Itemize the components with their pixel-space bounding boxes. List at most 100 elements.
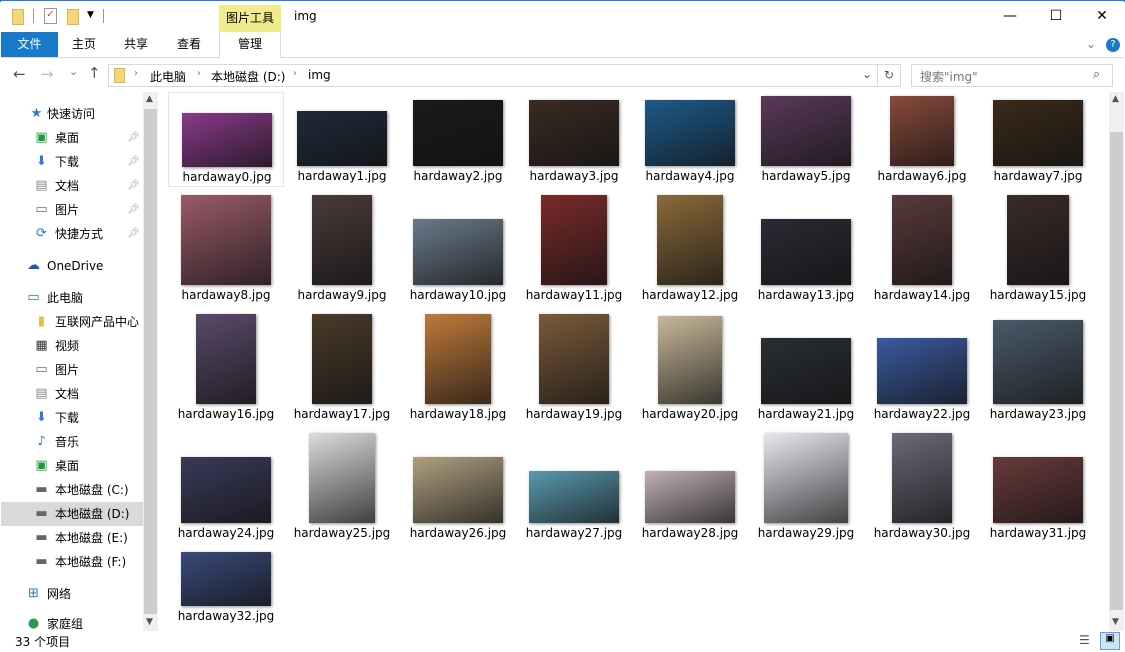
tab-view[interactable]: 查看 [168, 32, 210, 57]
file-item[interactable]: hardaway10.jpg [400, 211, 516, 306]
chevron-right-icon[interactable]: › [293, 68, 297, 79]
sidebar-item-pc-1[interactable]: ▦ 视频 [1, 334, 143, 358]
sidebar-item-onedrive[interactable]: ☁ OneDrive [1, 254, 143, 278]
file-item[interactable]: hardaway20.jpg [632, 316, 748, 425]
sidebar-item-qa-3[interactable]: ▭ 图片 📌︎ [1, 198, 143, 222]
file-item[interactable]: hardaway29.jpg [748, 433, 864, 544]
properties-icon[interactable]: ✓ [44, 8, 57, 24]
customize-quick-access-icon[interactable]: ▼ [87, 10, 94, 20]
scrollbar-thumb[interactable] [1110, 132, 1123, 610]
file-item[interactable]: hardaway25.jpg [284, 433, 400, 544]
sidebar-item-pc-10[interactable]: ▬ 本地磁盘 (F:) [1, 550, 143, 574]
file-item[interactable]: hardaway26.jpg [400, 449, 516, 544]
scroll-up-icon[interactable]: ▲ [146, 94, 153, 104]
sidebar-item-qa-4[interactable]: ⟳ 快捷方式 📌︎ [1, 222, 143, 246]
sidebar-item-qa-0[interactable]: ▣ 桌面 📌︎ [1, 126, 143, 150]
file-item[interactable]: hardaway5.jpg [748, 92, 864, 187]
sidebar-item-qa-2[interactable]: ▤ 文档 📌︎ [1, 174, 143, 198]
sidebar-item-pc-5[interactable]: ♪ 音乐 [1, 430, 143, 454]
breadcrumb-this-pc[interactable]: 此电脑 [150, 68, 186, 85]
pin-icon[interactable]: 📌︎ [127, 126, 140, 150]
sidebar-item-network[interactable]: ⊞ 网络 [1, 582, 143, 606]
sidebar-item-homegroup[interactable]: ● 家庭组 [1, 612, 143, 632]
file-item[interactable]: hardaway9.jpg [284, 195, 400, 306]
scroll-up-icon[interactable]: ▲ [1112, 94, 1119, 104]
file-item[interactable]: hardaway14.jpg [864, 195, 980, 306]
file-item[interactable]: hardaway11.jpg [516, 195, 632, 306]
file-name: hardaway6.jpg [877, 169, 967, 183]
file-item[interactable]: hardaway30.jpg [864, 433, 980, 544]
file-item[interactable]: hardaway21.jpg [748, 330, 864, 425]
sidebar-item-pc-8[interactable]: ▬ 本地磁盘 (D:) [1, 502, 143, 526]
scroll-down-icon[interactable]: ▼ [1112, 617, 1119, 627]
tab-file[interactable]: 文件 [1, 32, 58, 57]
breadcrumb-drive-d[interactable]: 本地磁盘 (D:) [211, 68, 285, 85]
file-item[interactable]: hardaway18.jpg [400, 314, 516, 425]
file-item[interactable]: hardaway8.jpg [168, 195, 284, 306]
sidebar-item-qa-1[interactable]: ⬇ 下载 📌︎ [1, 150, 143, 174]
breadcrumb-img[interactable]: img [308, 68, 331, 82]
chevron-right-icon[interactable]: › [197, 68, 201, 79]
search-input[interactable]: 搜索"img" [911, 64, 1113, 87]
scroll-down-icon[interactable]: ▼ [146, 617, 153, 627]
up-button[interactable]: ↑ [88, 64, 101, 82]
help-icon[interactable]: ? [1106, 38, 1120, 52]
address-dropdown-icon[interactable]: ⌄ [862, 67, 872, 81]
back-button[interactable]: ← [13, 65, 26, 83]
file-item[interactable]: hardaway0.jpg [168, 92, 284, 187]
pin-icon[interactable]: 📌︎ [127, 150, 140, 174]
search-icon[interactable]: ⌕ [1093, 67, 1100, 82]
file-item[interactable]: hardaway1.jpg [284, 92, 400, 187]
tab-manage[interactable]: 管理 [219, 32, 281, 58]
file-item[interactable]: hardaway28.jpg [632, 449, 748, 544]
file-item[interactable]: hardaway13.jpg [748, 211, 864, 306]
file-item[interactable]: hardaway12.jpg [632, 195, 748, 306]
new-folder-icon[interactable] [67, 9, 79, 25]
file-item[interactable]: hardaway7.jpg [980, 92, 1096, 187]
tab-home[interactable]: 主页 [63, 32, 105, 57]
file-item[interactable]: hardaway24.jpg [168, 449, 284, 544]
close-button[interactable]: ✕ [1079, 1, 1125, 32]
file-item[interactable]: hardaway19.jpg [516, 314, 632, 425]
pin-icon[interactable]: 📌︎ [127, 222, 140, 246]
file-item[interactable]: hardaway6.jpg [864, 92, 980, 187]
large-icons-view-button[interactable]: ▣ [1100, 632, 1120, 650]
file-item[interactable]: hardaway4.jpg [632, 92, 748, 187]
recent-locations-button[interactable]: ⌄ [69, 65, 78, 78]
pin-icon[interactable]: 📌︎ [127, 174, 140, 198]
refresh-button[interactable]: ↻ [877, 64, 901, 87]
sidebar-item-quick-access[interactable]: ★ 快速访问 [1, 102, 143, 126]
sidebar-item-pc-2[interactable]: ▭ 图片 [1, 358, 143, 382]
file-item[interactable]: hardaway27.jpg [516, 449, 632, 544]
file-item[interactable]: hardaway2.jpg [400, 92, 516, 187]
scrollbar-thumb[interactable] [144, 109, 157, 614]
file-item[interactable]: hardaway15.jpg [980, 195, 1096, 306]
file-item[interactable]: hardaway32.jpg [168, 532, 284, 627]
sidebar-item-pc-3[interactable]: ▤ 文档 [1, 382, 143, 406]
sidebar-item-this-pc[interactable]: ▭ 此电脑 [1, 286, 143, 310]
file-item[interactable]: hardaway23.jpg [980, 320, 1096, 425]
file-item[interactable]: hardaway3.jpg [516, 92, 632, 187]
content-scrollbar[interactable]: ▲ ▼ [1109, 92, 1124, 631]
file-item[interactable]: hardaway16.jpg [168, 314, 284, 425]
file-name: hardaway30.jpg [873, 526, 971, 540]
maximize-button[interactable]: ☐ [1033, 1, 1079, 32]
details-view-button[interactable]: ☰ [1079, 633, 1090, 647]
drive-icon: ▬ [35, 506, 48, 521]
file-name: hardaway20.jpg [641, 407, 739, 421]
file-item[interactable]: hardaway31.jpg [980, 449, 1096, 544]
sidebar-scrollbar[interactable]: ▲ ▼ [143, 92, 158, 631]
file-item[interactable]: hardaway17.jpg [284, 314, 400, 425]
sidebar-item-pc-6[interactable]: ▣ 桌面 [1, 454, 143, 478]
collapse-ribbon-icon[interactable]: ⌄ [1086, 37, 1096, 51]
chevron-right-icon[interactable]: › [134, 68, 138, 79]
minimize-button[interactable]: — [987, 1, 1033, 32]
sidebar-item-pc-4[interactable]: ⬇ 下载 [1, 406, 143, 430]
file-item[interactable]: hardaway22.jpg [864, 330, 980, 425]
tab-share[interactable]: 共享 [115, 32, 157, 57]
pin-icon[interactable]: 📌︎ [127, 198, 140, 222]
forward-button[interactable]: → [41, 65, 54, 83]
sidebar-item-pc-0[interactable]: ▮ 互联网产品中心 [1, 310, 143, 334]
sidebar-item-pc-9[interactable]: ▬ 本地磁盘 (E:) [1, 526, 143, 550]
sidebar-item-pc-7[interactable]: ▬ 本地磁盘 (C:) [1, 478, 143, 502]
